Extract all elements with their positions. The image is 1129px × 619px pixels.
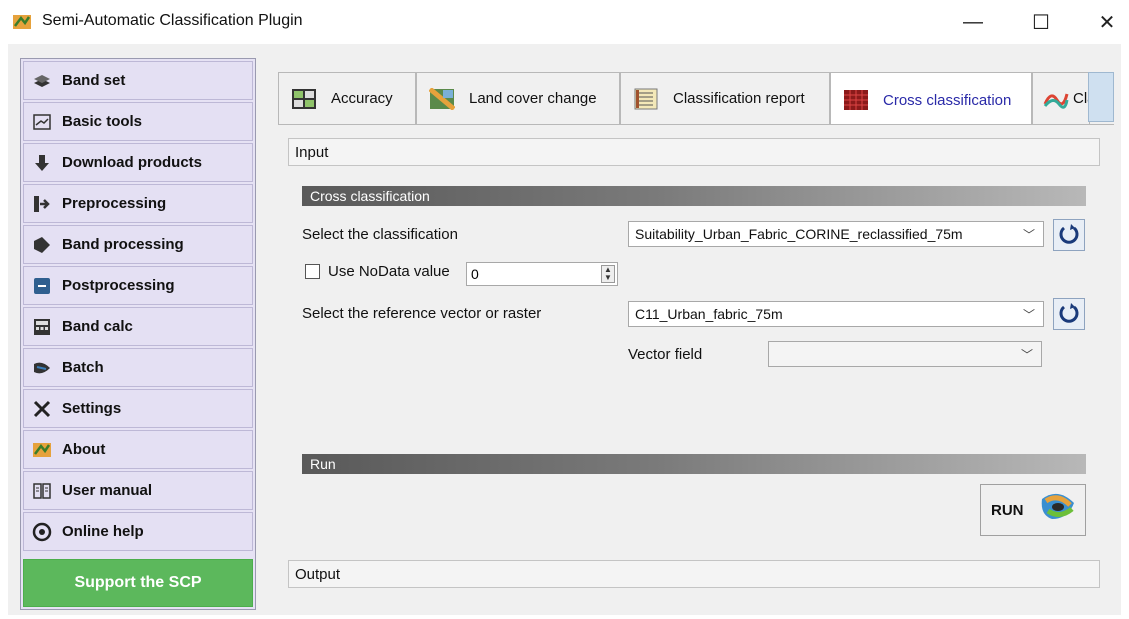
sidebar-item-label: Band set (62, 72, 126, 89)
band-set-icon (32, 71, 52, 91)
classification-select[interactable]: Suitability_Urban_Fabric_CORINE_reclassi… (628, 221, 1044, 247)
sidebar-item-label: Download products (62, 154, 202, 171)
tab-label: Land cover change (469, 90, 597, 107)
app-icon (12, 12, 32, 32)
sidebar-item-label: Settings (62, 400, 122, 417)
class-signature-icon (1043, 88, 1069, 110)
chevron-down-icon: ﹀ (1022, 308, 1035, 322)
sidebar-item-preprocessing[interactable]: Preprocessing (23, 184, 253, 223)
tab-cross-classification[interactable]: Cross classification (830, 72, 1032, 127)
land-cover-change-icon (428, 86, 456, 111)
settings-icon (32, 399, 52, 419)
sidebar-item-label: Online help (62, 523, 144, 540)
accuracy-icon (291, 88, 317, 110)
online-help-icon (32, 522, 52, 542)
spin-buttons[interactable]: ▲ ▼ (601, 265, 615, 283)
minimize-button[interactable]: — (950, 6, 996, 38)
reference-select[interactable]: C11_Urban_fabric_75m ﹀ (628, 301, 1044, 327)
refresh-icon (1058, 302, 1080, 327)
sidebar-item-online-help[interactable]: Online help (23, 512, 253, 551)
chevron-down-icon: ﹀ (1022, 228, 1035, 242)
refresh-reference-button[interactable] (1053, 298, 1085, 330)
select-classification-label: Select the classification (302, 226, 458, 243)
tab-label: Classification report (673, 90, 805, 107)
about-icon (32, 440, 52, 460)
sidebar-item-label: Band calc (62, 318, 133, 335)
input-section[interactable]: Input (288, 138, 1100, 166)
band-processing-icon (32, 235, 52, 255)
tab-land-cover-change[interactable]: Land cover change (416, 72, 620, 124)
user-manual-icon (32, 481, 52, 501)
tab-bar: Accuracy Land cover change Classificatio… (278, 72, 1114, 127)
cross-classification-icon (843, 89, 869, 111)
sidebar-item-user-manual[interactable]: User manual (23, 471, 253, 510)
vector-field-select[interactable]: ﹀ (768, 341, 1042, 367)
batch-icon (32, 358, 52, 378)
tab-next[interactable]: Clas (1032, 72, 1090, 124)
tab-label: Cross classification (883, 91, 1012, 109)
tab-accuracy[interactable]: Accuracy (278, 72, 416, 124)
nodata-checkbox[interactable] (305, 264, 320, 279)
window-title: Semi-Automatic Classification Plugin (42, 12, 303, 29)
run-button[interactable]: RUN (980, 484, 1086, 536)
sidebar: Band set Basic tools Download products P… (20, 58, 256, 610)
reference-select-value: C11_Urban_fabric_75m (635, 306, 783, 322)
sidebar-item-postprocessing[interactable]: Postprocessing (23, 266, 253, 305)
nodata-value: 0 (471, 266, 479, 282)
sidebar-item-label: Band processing (62, 236, 184, 253)
run-label: RUN (991, 501, 1024, 519)
tab-scroll-button[interactable] (1088, 72, 1114, 122)
cross-classification-header: Cross classification (302, 186, 1086, 206)
sidebar-item-label: About (62, 441, 106, 458)
title-bar: Semi-Automatic Classification Plugin — ☐… (0, 0, 1129, 44)
sidebar-item-label: Basic tools (62, 113, 143, 130)
classification-select-value: Suitability_Urban_Fabric_CORINE_reclassi… (635, 226, 963, 242)
run-icon (1038, 489, 1080, 531)
sidebar-item-band-set[interactable]: Band set (23, 61, 253, 100)
close-button[interactable]: ✕ (1084, 6, 1129, 38)
sidebar-item-band-processing[interactable]: Band processing (23, 225, 253, 264)
nodata-value-input[interactable]: 0 ▲ ▼ (466, 262, 618, 286)
support-scp-button[interactable]: Support the SCP (23, 559, 253, 607)
tab-classification-report[interactable]: Classification report (620, 72, 830, 124)
sidebar-item-label: Preprocessing (62, 195, 167, 212)
refresh-classification-button[interactable] (1053, 219, 1085, 251)
sidebar-item-label: User manual (62, 482, 153, 499)
sidebar-item-about[interactable]: About (23, 430, 253, 469)
download-icon (32, 153, 52, 173)
postprocessing-icon (32, 276, 52, 296)
tab-label: Accuracy (331, 90, 393, 107)
chevron-down-icon: ﹀ (1020, 348, 1033, 362)
sidebar-item-download-products[interactable]: Download products (23, 143, 253, 182)
sidebar-item-band-calc[interactable]: Band calc (23, 307, 253, 346)
preprocessing-icon (32, 194, 52, 214)
classification-report-icon (633, 88, 659, 110)
nodata-label: Use NoData value (328, 263, 450, 280)
refresh-icon (1058, 223, 1080, 248)
select-reference-label: Select the reference vector or raster (302, 305, 542, 322)
vector-field-label: Vector field (628, 346, 703, 363)
sidebar-item-label: Batch (62, 359, 104, 376)
basic-tools-icon (32, 112, 52, 132)
sidebar-item-settings[interactable]: Settings (23, 389, 253, 428)
sidebar-item-basic-tools[interactable]: Basic tools (23, 102, 253, 141)
band-calc-icon (32, 317, 52, 337)
run-header: Run (302, 454, 1086, 474)
output-section[interactable]: Output (288, 560, 1100, 588)
sidebar-item-batch[interactable]: Batch (23, 348, 253, 387)
maximize-button[interactable]: ☐ (1018, 6, 1064, 38)
sidebar-item-label: Postprocessing (62, 277, 175, 294)
